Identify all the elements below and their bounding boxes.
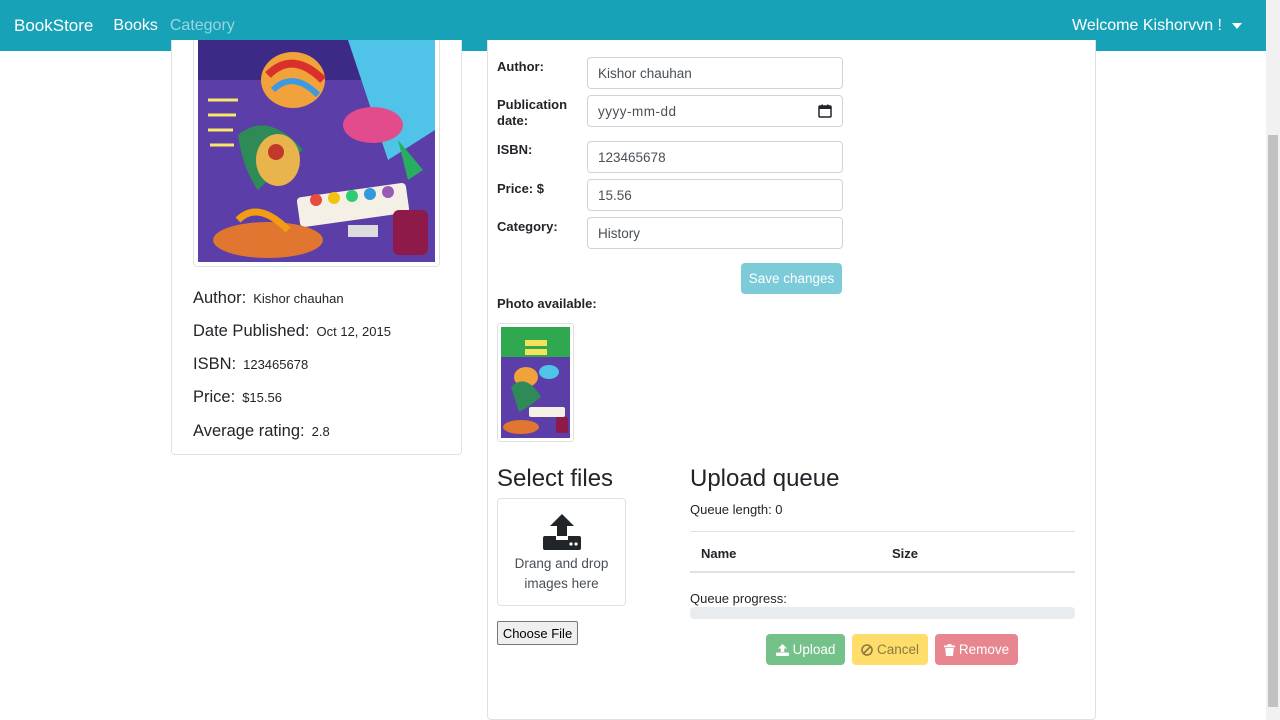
book-cover-image xyxy=(198,40,435,262)
welcome-text: Welcome Kishorvvn ! xyxy=(1072,16,1222,34)
upload-queue-heading: Upload queue xyxy=(690,465,840,492)
date-row: Date Published: Oct 12, 2015 xyxy=(193,322,391,341)
upload-icon xyxy=(775,643,789,656)
rating-row: Average rating: 2.8 xyxy=(193,422,330,441)
isbn-row: ISBN: 123465678 xyxy=(193,355,308,374)
drop-zone[interactable]: Drang and drop images here xyxy=(497,498,626,606)
rating-label: Average rating: xyxy=(193,422,305,440)
price-label: Price: xyxy=(193,388,236,406)
price-input[interactable]: 15.56 xyxy=(587,179,843,211)
publication-date-input[interactable]: yyyy-mm-dd xyxy=(587,95,843,127)
form-price-label: Price: $ xyxy=(497,181,544,196)
book-details-card: Author: Kishor chauhan Date Published: O… xyxy=(171,40,462,455)
photo-available-label: Photo available: xyxy=(497,296,597,311)
category-input-value: History xyxy=(598,225,641,241)
price-value: $15.56 xyxy=(242,390,282,405)
form-pubdate-label: Publication date: xyxy=(497,97,568,128)
select-files-heading: Select files xyxy=(497,465,614,492)
upload-button-label: Upload xyxy=(792,642,836,657)
remove-button[interactable]: Remove xyxy=(935,634,1018,665)
category-input[interactable]: History xyxy=(587,217,843,249)
cancel-button[interactable]: Cancel xyxy=(852,634,928,665)
author-value: Kishor chauhan xyxy=(253,291,344,306)
scrollbar-thumb[interactable] xyxy=(1268,135,1278,707)
queue-progress-bar xyxy=(690,607,1075,619)
queue-length-text: Queue length: 0 xyxy=(690,502,783,517)
author-row: Author: Kishor chauhan xyxy=(193,289,344,308)
drop-zone-text: Drang and drop images here xyxy=(514,556,609,591)
trash-icon xyxy=(943,643,955,656)
photo-thumbnail[interactable] xyxy=(497,323,574,442)
form-author-label: Author: xyxy=(497,59,544,74)
book-cover-frame xyxy=(193,40,440,267)
page-scrollbar[interactable] xyxy=(1266,0,1280,720)
nav-link-category[interactable]: Category xyxy=(170,17,235,35)
date-published-label: Date Published: xyxy=(193,322,310,340)
queue-progress-label: Queue progress: xyxy=(690,591,787,606)
ban-icon xyxy=(861,643,873,656)
choose-file-button[interactable]: Choose File xyxy=(497,621,578,645)
isbn-label: ISBN: xyxy=(193,355,237,373)
upload-icon xyxy=(542,514,581,550)
upload-button[interactable]: Upload xyxy=(766,634,845,665)
table-header-divider xyxy=(690,571,1075,573)
brand-link[interactable]: BookStore xyxy=(14,16,93,36)
author-input[interactable]: Kishor chauhan xyxy=(587,57,843,89)
author-input-value: Kishor chauhan xyxy=(598,65,692,81)
form-category-label: Category: xyxy=(497,219,558,234)
author-label: Author: xyxy=(193,289,247,307)
save-changes-button[interactable]: Save changes xyxy=(741,263,842,294)
isbn-input-value: 123465678 xyxy=(598,149,666,165)
date-published-value: Oct 12, 2015 xyxy=(316,324,391,339)
isbn-value: 123465678 xyxy=(243,357,309,372)
rating-value: 2.8 xyxy=(311,424,330,439)
chevron-down-icon xyxy=(1232,22,1242,29)
table-divider xyxy=(690,531,1075,532)
price-input-value: 15.56 xyxy=(598,187,632,203)
column-header-size: Size xyxy=(892,546,919,561)
remove-button-label: Remove xyxy=(958,642,1010,657)
calendar-icon[interactable] xyxy=(818,104,832,118)
price-row: Price: $15.56 xyxy=(193,388,282,407)
form-isbn-label: ISBN: xyxy=(497,142,533,157)
cancel-button-label: Cancel xyxy=(876,642,920,657)
user-menu[interactable]: Welcome Kishorvvn ! xyxy=(1072,17,1252,35)
isbn-input[interactable]: 123465678 xyxy=(587,141,843,173)
publication-date-placeholder: yyyy-mm-dd xyxy=(598,103,677,119)
column-header-name: Name xyxy=(701,546,737,561)
nav-link-books[interactable]: Books xyxy=(113,17,157,35)
